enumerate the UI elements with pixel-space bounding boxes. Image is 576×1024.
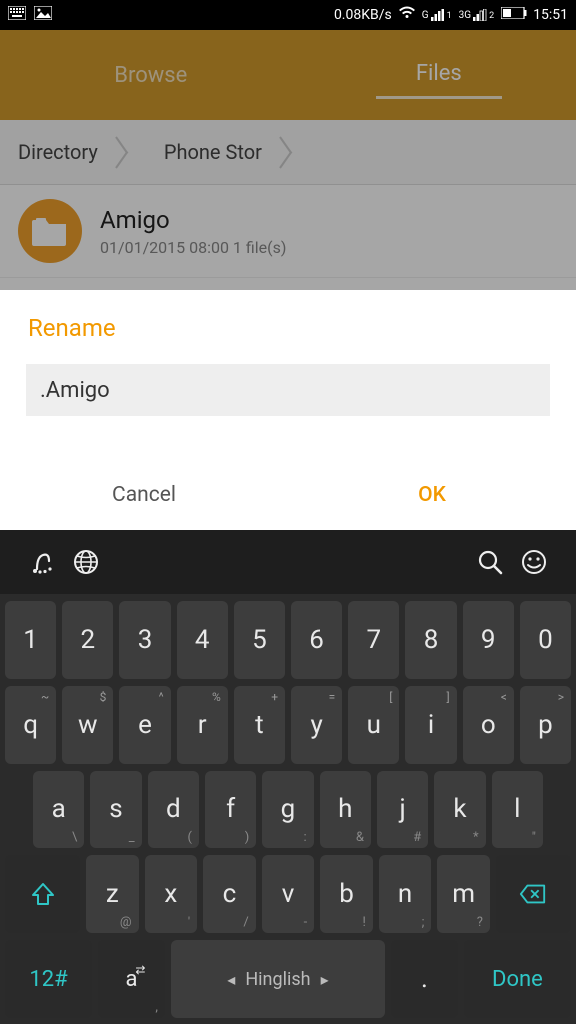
key-5[interactable]: 5 — [234, 601, 285, 679]
key-f[interactable]: f) — [205, 771, 256, 849]
key-6[interactable]: 6 — [291, 601, 342, 679]
key-r[interactable]: %r — [177, 686, 228, 764]
key-0[interactable]: 0 — [520, 601, 571, 679]
key-b[interactable]: b! — [320, 855, 373, 933]
space-key[interactable]: ◂ Hinglish ▸ — [171, 940, 385, 1018]
keyboard-indicator-icon — [8, 6, 26, 24]
key-3[interactable]: 3 — [119, 601, 170, 679]
dialog-title: Rename — [0, 314, 576, 364]
chevron-right-icon — [116, 120, 146, 185]
key-7[interactable]: 7 — [348, 601, 399, 679]
breadcrumb: Directory Phone Stor — [0, 120, 576, 185]
key-z[interactable]: z@ — [86, 855, 139, 933]
key-o[interactable]: <o — [463, 686, 514, 764]
key-q[interactable]: ~q — [5, 686, 56, 764]
key-m[interactable]: m? — [437, 855, 490, 933]
key-d[interactable]: d( — [148, 771, 199, 849]
signal-1-icon — [431, 9, 445, 21]
clock: 15:51 — [533, 7, 568, 23]
key-g[interactable]: g: — [262, 771, 313, 849]
signal-2-label: 3G — [459, 10, 471, 21]
key-u[interactable]: [u — [348, 686, 399, 764]
key-l[interactable]: l" — [492, 771, 543, 849]
soft-keyboard: 1234567890 ~q$w^e%r+t=y[u]i<o>p a\s_d(f)… — [0, 530, 576, 1024]
folder-icon — [18, 199, 82, 263]
list-item[interactable]: Amigo 01/01/2015 08:00 1 file(s) — [0, 185, 576, 278]
key-y[interactable]: =y — [291, 686, 342, 764]
shift-key[interactable] — [5, 855, 80, 933]
backspace-key[interactable] — [496, 855, 571, 933]
key-t[interactable]: +t — [234, 686, 285, 764]
network-speed: 0.08KB/s — [334, 7, 392, 23]
globe-icon[interactable] — [64, 540, 108, 584]
key-n[interactable]: n; — [379, 855, 432, 933]
status-bar: 0.08KB/s G 1 3G 2 15:51 — [0, 0, 576, 30]
key-i[interactable]: ]i — [405, 686, 456, 764]
ok-button[interactable]: OK — [288, 462, 576, 528]
key-j[interactable]: j# — [377, 771, 428, 849]
key-4[interactable]: 4 — [177, 601, 228, 679]
signal-2-icon — [473, 9, 487, 21]
breadcrumb-item[interactable]: Directory — [0, 120, 116, 184]
image-icon — [34, 6, 52, 24]
key-h[interactable]: h& — [320, 771, 371, 849]
wifi-icon — [398, 6, 416, 24]
key-w[interactable]: $w — [62, 686, 113, 764]
key-8[interactable]: 8 — [405, 601, 456, 679]
key-k[interactable]: k* — [434, 771, 485, 849]
key-v[interactable]: v- — [262, 855, 315, 933]
key-x[interactable]: x' — [145, 855, 198, 933]
key-9[interactable]: 9 — [463, 601, 514, 679]
touchpal-icon[interactable] — [20, 540, 64, 584]
key-1[interactable]: 1 — [5, 601, 56, 679]
cancel-button[interactable]: Cancel — [0, 462, 288, 528]
period-key[interactable]: . — [391, 940, 458, 1018]
item-name: Amigo — [100, 206, 286, 234]
tab-files[interactable]: Files — [376, 51, 502, 99]
item-meta: 01/01/2015 08:00 1 file(s) — [100, 238, 286, 257]
search-icon[interactable] — [468, 540, 512, 584]
breadcrumb-item[interactable]: Phone Stor — [146, 120, 280, 184]
rename-dialog: Rename Cancel OK — [0, 290, 576, 528]
key-p[interactable]: >p — [520, 686, 571, 764]
key-e[interactable]: ^e — [119, 686, 170, 764]
language-key[interactable]: a⇄ , — [98, 940, 165, 1018]
app-tabs: Browse Files — [0, 30, 576, 120]
chevron-right-icon — [280, 120, 310, 185]
rename-input[interactable] — [26, 364, 550, 416]
emoji-icon[interactable] — [512, 540, 556, 584]
key-2[interactable]: 2 — [62, 601, 113, 679]
tab-browse[interactable]: Browse — [74, 53, 227, 98]
signal-1-label: G — [422, 10, 429, 21]
battery-icon — [501, 7, 527, 23]
symbols-key[interactable]: 12# — [5, 940, 92, 1018]
key-a[interactable]: a\ — [33, 771, 84, 849]
key-c[interactable]: c/ — [203, 855, 256, 933]
key-s[interactable]: s_ — [90, 771, 141, 849]
done-key[interactable]: Done — [464, 940, 571, 1018]
